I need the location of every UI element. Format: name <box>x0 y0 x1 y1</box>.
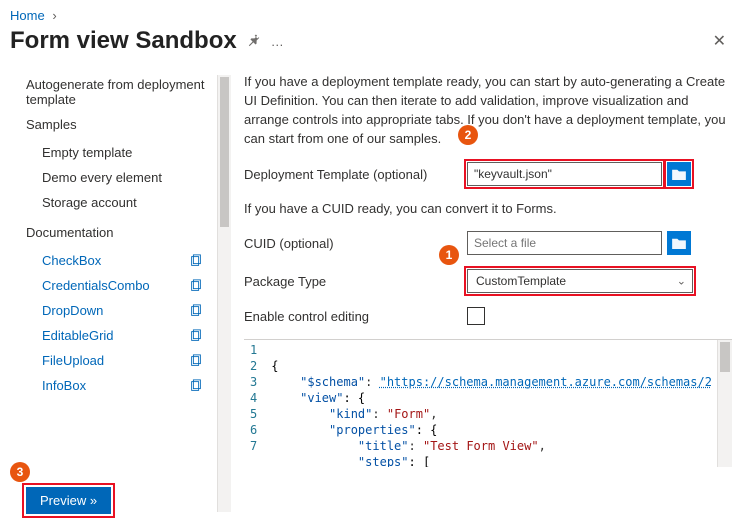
row-cuid: CUID (optional) <box>244 231 732 255</box>
sidebar-scrollbar[interactable] <box>217 75 231 512</box>
package-type-select[interactable]: CustomTemplate ⌄ <box>467 269 693 293</box>
preview-button[interactable]: Preview » <box>26 487 111 514</box>
sidebar-doc-infobox[interactable]: InfoBox <box>26 373 227 398</box>
cuid-intro: If you have a CUID ready, you can conver… <box>244 200 732 219</box>
sidebar-doc-editablegrid[interactable]: EditableGrid <box>26 323 227 348</box>
sidebar-samples-header: Samples <box>26 117 227 132</box>
cuid-browse-button[interactable] <box>667 231 691 255</box>
close-icon[interactable]: ✕ <box>709 27 730 55</box>
copy-icon[interactable] <box>189 304 203 318</box>
deployment-template-browse-button[interactable] <box>667 162 691 186</box>
intro-text: If you have a deployment template ready,… <box>244 73 732 148</box>
footer: Preview » <box>26 487 111 514</box>
code-editor[interactable]: 1234567 { "$schema": "https://schema.man… <box>244 339 732 467</box>
enable-editing-checkbox[interactable] <box>467 307 485 325</box>
copy-icon[interactable] <box>189 254 203 268</box>
sidebar-doc-credentials[interactable]: CredentialsCombo <box>26 273 227 298</box>
deployment-template-input[interactable] <box>467 162 662 186</box>
sidebar-sample-demo[interactable]: Demo every element <box>26 165 227 190</box>
sidebar-doc-checkbox[interactable]: CheckBox <box>26 248 227 273</box>
copy-icon[interactable] <box>189 329 203 343</box>
chevron-down-icon: ⌄ <box>677 275 686 288</box>
editor-gutter: 1234567 <box>244 340 267 467</box>
enable-editing-label: Enable control editing <box>244 309 459 324</box>
editor-code[interactable]: { "$schema": "https://schema.management.… <box>267 340 712 467</box>
editor-scrollbar[interactable] <box>717 340 732 467</box>
chevron-right-icon: › <box>52 8 56 23</box>
more-icon[interactable]: … <box>271 34 284 49</box>
cuid-input[interactable] <box>467 231 662 255</box>
breadcrumb-home[interactable]: Home <box>10 8 45 23</box>
row-package-type: Package Type CustomTemplate ⌄ <box>244 269 732 293</box>
breadcrumb: Home › <box>0 0 742 23</box>
content-pane: If you have a deployment template ready,… <box>232 63 742 524</box>
cuid-label: CUID (optional) <box>244 236 459 251</box>
sidebar-autogen[interactable]: Autogenerate from deployment template <box>26 77 206 107</box>
sidebar-sample-empty[interactable]: Empty template <box>26 140 227 165</box>
copy-icon[interactable] <box>189 354 203 368</box>
sidebar-sample-storage[interactable]: Storage account <box>26 190 227 215</box>
page-title: Form view Sandbox <box>10 27 237 55</box>
pin-icon[interactable] <box>247 33 261 50</box>
copy-icon[interactable] <box>189 379 203 393</box>
deployment-template-label: Deployment Template (optional) <box>244 167 459 182</box>
page-header: Form view Sandbox … ✕ <box>0 23 742 63</box>
copy-icon[interactable] <box>189 279 203 293</box>
sidebar: Autogenerate from deployment template Sa… <box>0 63 232 524</box>
row-deployment-template: Deployment Template (optional) <box>244 162 732 186</box>
sidebar-docs-header: Documentation <box>26 225 227 240</box>
sidebar-doc-fileupload[interactable]: FileUpload <box>26 348 227 373</box>
row-enable-editing: Enable control editing <box>244 307 732 325</box>
sidebar-doc-dropdown[interactable]: DropDown <box>26 298 227 323</box>
package-type-label: Package Type <box>244 274 459 289</box>
